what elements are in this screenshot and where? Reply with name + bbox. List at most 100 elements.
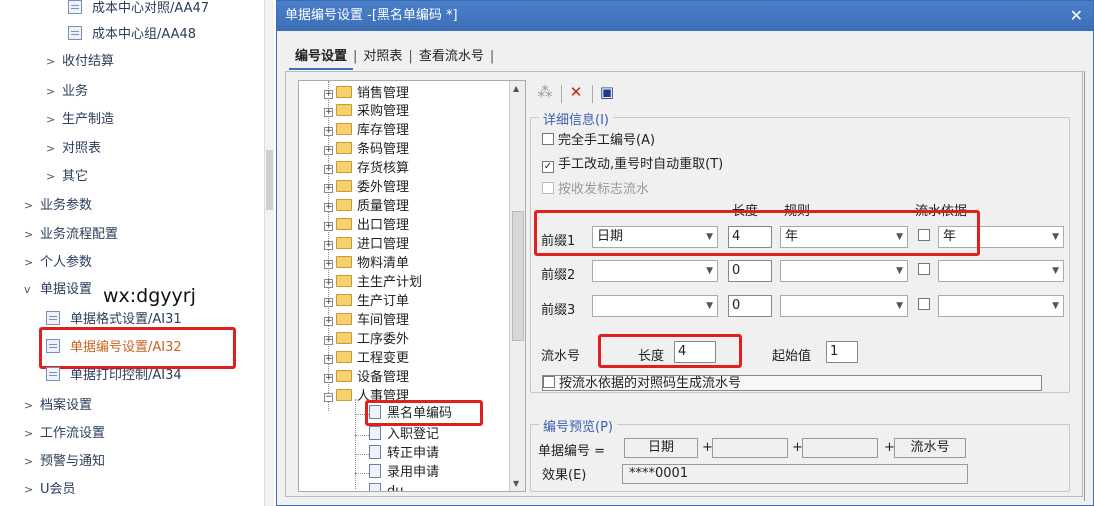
nav-item-other[interactable]: > 其它 xyxy=(46,167,88,187)
expand-icon[interactable]: + xyxy=(324,146,333,155)
manual-number-option[interactable]: 完全手工编号(A) xyxy=(542,129,655,148)
dropdown-arrow-icon: ▼ xyxy=(706,301,713,311)
tree-doc[interactable]: 入职登记 xyxy=(369,426,439,444)
tab-mapping[interactable]: 对照表 xyxy=(357,41,408,68)
flag-serial-option[interactable]: 按收发标志流水 xyxy=(542,178,649,197)
tree-doc[interactable]: du… xyxy=(369,483,417,491)
tree-folder[interactable]: + 车间管理 xyxy=(324,312,409,330)
dialog-titlebar[interactable]: 单据编号设置 -[黑名单编码 *] ✕ xyxy=(277,1,1093,31)
start-value-input[interactable]: 1 xyxy=(826,341,858,363)
tree-scrollbar[interactable]: ▲ ▼ xyxy=(509,81,525,491)
prefix2-basis-checkbox[interactable] xyxy=(918,263,934,278)
nav-item-u-member[interactable]: > U会员 xyxy=(24,480,76,500)
auto-renumber-option[interactable]: ✓ 手工改动,重号时自动重取(T) xyxy=(542,153,723,173)
tree-folder[interactable]: + 采购管理 xyxy=(324,103,409,121)
checkbox-checked-icon[interactable]: ✓ xyxy=(542,161,554,173)
nav-item-personal-params[interactable]: > 个人参数 xyxy=(24,253,92,273)
prefix2-rule-select[interactable]: ▼ xyxy=(780,260,908,282)
expand-icon[interactable]: + xyxy=(324,355,333,364)
nav-item-payment[interactable]: > 收付结算 xyxy=(46,52,114,72)
save-icon[interactable]: ▣ xyxy=(596,82,618,102)
scroll-down-icon[interactable]: ▼ xyxy=(513,479,519,488)
scroll-thumb[interactable] xyxy=(266,150,273,210)
expand-icon[interactable]: + xyxy=(324,336,333,345)
preview-part1: 日期 xyxy=(624,438,698,458)
expand-icon[interactable]: + xyxy=(324,108,333,117)
expand-icon[interactable]: + xyxy=(324,279,333,288)
nav-item-alerts[interactable]: > 预警与通知 xyxy=(24,452,105,472)
expand-icon[interactable]: + xyxy=(324,241,333,250)
nav-item-doc-settings[interactable]: v 单据设置 xyxy=(24,280,92,300)
expand-icon[interactable]: + xyxy=(324,184,333,193)
tree-folder[interactable]: + 存货核算 xyxy=(324,160,409,178)
tree-folder[interactable]: + 质量管理 xyxy=(324,198,409,216)
highlight-box xyxy=(365,400,483,426)
nav-item-archive-settings[interactable]: > 档案设置 xyxy=(24,396,92,416)
dropdown-arrow-icon: ▼ xyxy=(706,266,713,276)
prefix2-length-input[interactable]: 0 xyxy=(728,260,772,282)
tree-doc[interactable]: 转正申请 xyxy=(369,445,439,463)
tab-view-serial[interactable]: 查看流水号 xyxy=(413,41,490,68)
prefix3-basis-select[interactable]: ▼ xyxy=(938,295,1064,317)
expand-icon[interactable]: + xyxy=(324,203,333,212)
chevron-right-icon: > xyxy=(24,228,34,241)
prefix3-rule-select[interactable]: ▼ xyxy=(780,295,908,317)
expand-icon[interactable]: + xyxy=(324,298,333,307)
magic-wand-icon[interactable]: ⁂ xyxy=(534,82,556,102)
checkbox[interactable] xyxy=(542,133,554,145)
prefix3-length-input[interactable]: 0 xyxy=(728,295,772,317)
highlight-box xyxy=(534,210,980,256)
scroll-thumb[interactable] xyxy=(512,211,524,341)
expand-icon[interactable]: + xyxy=(324,222,333,231)
nav-item-mapping[interactable]: > 对照表 xyxy=(46,139,101,159)
nav-item-cost-center-map[interactable]: 成本中心对照/AA47 xyxy=(68,0,209,19)
tree-folder[interactable]: + 生产订单 xyxy=(324,293,409,311)
prefix3-label: 前缀3 xyxy=(541,303,576,318)
tree-folder[interactable]: + 出口管理 xyxy=(324,217,409,235)
delete-icon[interactable]: ✕ xyxy=(565,82,587,102)
checkbox[interactable] xyxy=(918,263,930,275)
gen-by-basis-option[interactable]: 按流水依据的对照码生成流水号 xyxy=(542,375,1042,391)
scroll-up-icon[interactable]: ▲ xyxy=(513,84,519,93)
nav-item-manufacturing[interactable]: > 生产制造 xyxy=(46,110,114,130)
chevron-right-icon: > xyxy=(46,142,56,155)
nav-item-workflow-config[interactable]: > 业务流程配置 xyxy=(24,225,118,245)
tab-numbering[interactable]: 编号设置 xyxy=(289,41,354,70)
tree-folder[interactable]: + 主生产计划 xyxy=(324,274,422,292)
tree-folder[interactable]: + 物料清单 xyxy=(324,255,409,273)
prefix3-basis-checkbox[interactable] xyxy=(918,298,934,313)
expand-icon[interactable]: + xyxy=(324,260,333,269)
expand-icon[interactable]: + xyxy=(324,127,333,136)
tree-folder[interactable]: + 设备管理 xyxy=(324,369,409,387)
checkbox[interactable] xyxy=(543,376,555,388)
tree-folder[interactable]: + 条码管理 xyxy=(324,141,409,159)
expand-icon[interactable]: + xyxy=(324,90,333,99)
nav-item-business-params[interactable]: > 业务参数 xyxy=(24,196,92,216)
tree-folder[interactable]: + 委外管理 xyxy=(324,179,409,197)
tree-folder[interactable]: + 工序委外 xyxy=(324,331,409,349)
nav-item-doc-print[interactable]: 单据打印控制/AI34 xyxy=(46,366,182,386)
close-icon[interactable]: ✕ xyxy=(1070,1,1083,31)
document-icon xyxy=(46,311,60,325)
expand-icon[interactable]: + xyxy=(324,317,333,326)
expand-icon[interactable]: + xyxy=(324,374,333,383)
nav-scrollbar[interactable] xyxy=(264,0,274,506)
tree-folder[interactable]: + 销售管理 xyxy=(324,85,409,103)
checkbox[interactable] xyxy=(918,298,930,310)
nav-item-cost-center-group[interactable]: 成本中心组/AA48 xyxy=(68,25,196,45)
prefix2-select[interactable]: ▼ xyxy=(592,260,718,282)
checkbox[interactable] xyxy=(542,182,554,194)
prefix3-select[interactable]: ▼ xyxy=(592,295,718,317)
collapse-icon[interactable]: − xyxy=(324,393,333,402)
expand-icon[interactable]: + xyxy=(324,165,333,174)
start-value-label: 起始值 xyxy=(772,349,812,364)
tree-folder[interactable]: + 进口管理 xyxy=(324,236,409,254)
tree-doc[interactable]: 录用申请 xyxy=(369,464,439,482)
folder-icon xyxy=(336,294,352,306)
tree-folder[interactable]: + 工程变更 xyxy=(324,350,409,368)
tree-folder[interactable]: + 库存管理 xyxy=(324,122,409,140)
prefix2-basis-select[interactable]: ▼ xyxy=(938,260,1064,282)
nav-item-workflow-settings[interactable]: > 工作流设置 xyxy=(24,424,105,444)
dropdown-arrow-icon: ▼ xyxy=(1052,232,1059,242)
nav-item-business[interactable]: > 业务 xyxy=(46,82,88,102)
